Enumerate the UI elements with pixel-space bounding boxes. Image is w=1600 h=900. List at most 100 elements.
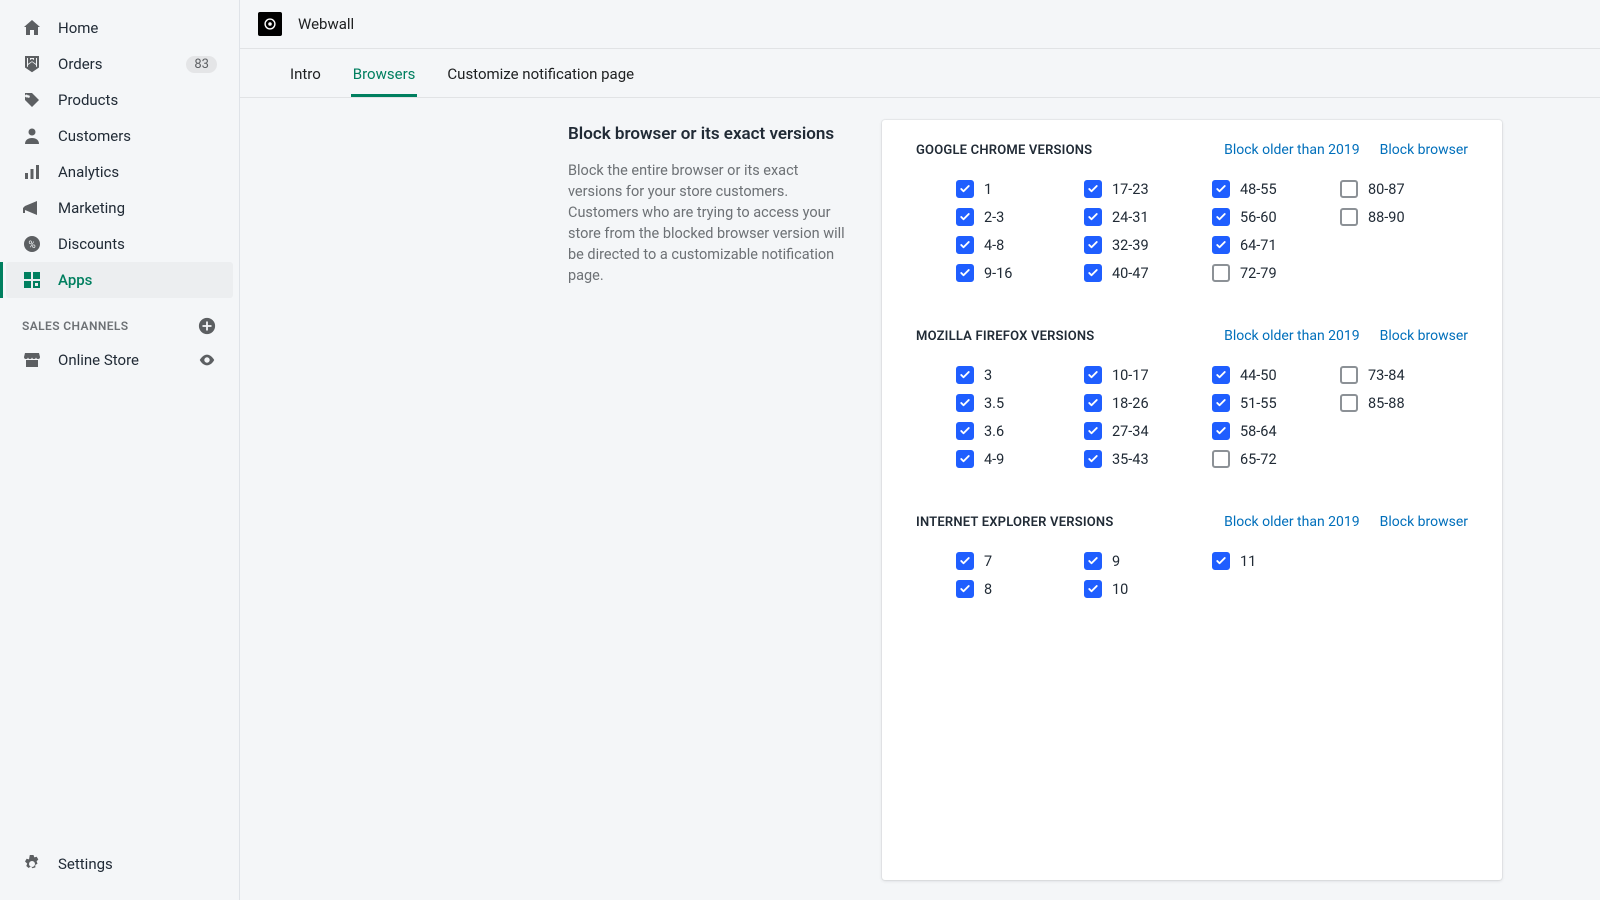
version-checkbox[interactable]: 73-84 [1340, 366, 1468, 384]
products-icon [22, 90, 42, 110]
checkbox-icon [1340, 180, 1358, 198]
checkbox-icon [956, 264, 974, 282]
version-label: 48-55 [1240, 181, 1277, 198]
checkbox-icon [956, 552, 974, 570]
version-checkbox[interactable]: 1 [956, 180, 1084, 198]
block-browser-link[interactable]: Block browser [1380, 142, 1468, 158]
intro-title: Block browser or its exact versions [568, 124, 848, 144]
browser-section: MOZILLA FIREFOX VERSIONSBlock older than… [916, 328, 1468, 468]
add-channel-button[interactable] [197, 316, 217, 336]
browser-section: GOOGLE CHROME VERSIONSBlock older than 2… [916, 142, 1468, 282]
version-checkbox[interactable]: 2-3 [956, 208, 1084, 226]
version-checkbox[interactable]: 3.5 [956, 394, 1084, 412]
view-store-button[interactable] [197, 350, 217, 370]
store-icon [22, 350, 42, 370]
version-checkbox[interactable]: 3.6 [956, 422, 1084, 440]
checkbox-icon [1084, 208, 1102, 226]
version-checkbox[interactable]: 65-72 [1212, 450, 1340, 468]
version-checkbox[interactable]: 4-9 [956, 450, 1084, 468]
tab-browsers[interactable]: Browsers [351, 49, 418, 97]
block-older-link[interactable]: Block older than 2019 [1224, 328, 1360, 344]
version-checkbox[interactable]: 18-26 [1084, 394, 1212, 412]
version-checkbox[interactable]: 27-34 [1084, 422, 1212, 440]
sales-channels-label: SALES CHANNELS [22, 319, 129, 333]
version-checkbox[interactable]: 51-55 [1212, 394, 1340, 412]
block-browser-link[interactable]: Block browser [1380, 328, 1468, 344]
checkbox-icon [1084, 422, 1102, 440]
checkbox-icon [1340, 366, 1358, 384]
version-checkbox[interactable]: 8 [956, 580, 1084, 598]
checkbox-icon [1212, 208, 1230, 226]
settings-icon [22, 854, 42, 874]
sidebar-item-marketing[interactable]: Marketing [6, 190, 233, 226]
version-checkbox[interactable]: 9 [1084, 552, 1212, 570]
sidebar-item-apps[interactable]: Apps [6, 262, 233, 298]
version-grid: 310-1744-5073-84 3.5 18-26 51-55 85-88 3.6 27-… [916, 366, 1468, 468]
version-label: 7 [984, 553, 992, 570]
sidebar-channel-online-store[interactable]: Online Store [6, 342, 233, 378]
sidebar-item-home[interactable]: Home [6, 10, 233, 46]
version-checkbox[interactable]: 35-43 [1084, 450, 1212, 468]
block-browser-link[interactable]: Block browser [1380, 514, 1468, 530]
browser-section-title: INTERNET EXPLORER VERSIONS [916, 515, 1113, 530]
version-label: 11 [1240, 553, 1256, 570]
checkbox-icon [956, 394, 974, 412]
settings-label: Settings [58, 855, 217, 873]
sidebar-item-label: Orders [58, 55, 186, 73]
block-older-link[interactable]: Block older than 2019 [1224, 514, 1360, 530]
sidebar-item-orders[interactable]: Orders83 [6, 46, 233, 82]
sidebar-item-customers[interactable]: Customers [6, 118, 233, 154]
content: Block browser or its exact versions Bloc… [240, 98, 1600, 900]
orders-icon [22, 54, 42, 74]
version-checkbox[interactable]: 32-39 [1084, 236, 1212, 254]
version-label: 40-47 [1112, 265, 1149, 282]
version-checkbox[interactable]: 80-87 [1340, 180, 1468, 198]
version-checkbox[interactable]: 72-79 [1212, 264, 1340, 282]
block-older-link[interactable]: Block older than 2019 [1224, 142, 1360, 158]
sidebar-item-settings[interactable]: Settings [6, 846, 233, 882]
version-checkbox[interactable]: 4-8 [956, 236, 1084, 254]
version-label: 27-34 [1112, 423, 1149, 440]
version-label: 9-16 [984, 265, 1012, 282]
version-checkbox[interactable]: 3 [956, 366, 1084, 384]
sidebar-item-discounts[interactable]: %Discounts [6, 226, 233, 262]
version-checkbox[interactable]: 56-60 [1212, 208, 1340, 226]
tab-customize-notification-page[interactable]: Customize notification page [445, 49, 636, 97]
version-checkbox[interactable]: 7 [956, 552, 1084, 570]
version-checkbox[interactable]: 11 [1212, 552, 1340, 570]
checkbox-icon [1084, 236, 1102, 254]
version-checkbox[interactable]: 24-31 [1084, 208, 1212, 226]
sidebar-item-label: Apps [58, 271, 217, 289]
version-checkbox[interactable]: 10 [1084, 580, 1212, 598]
checkbox-icon [956, 366, 974, 384]
checkbox-icon [956, 236, 974, 254]
version-checkbox[interactable]: 58-64 [1212, 422, 1340, 440]
version-checkbox[interactable]: 48-55 [1212, 180, 1340, 198]
version-label: 18-26 [1112, 395, 1149, 412]
checkbox-icon [956, 422, 974, 440]
marketing-icon [22, 198, 42, 218]
version-checkbox[interactable]: 64-71 [1212, 236, 1340, 254]
sidebar-item-products[interactable]: Products [6, 82, 233, 118]
version-checkbox[interactable]: 85-88 [1340, 394, 1468, 412]
checkbox-icon [1084, 180, 1102, 198]
version-checkbox[interactable]: 9-16 [956, 264, 1084, 282]
version-checkbox[interactable]: 17-23 [1084, 180, 1212, 198]
checkbox-icon [1212, 450, 1230, 468]
version-label: 10 [1112, 581, 1128, 598]
version-label: 9 [1112, 553, 1120, 570]
checkbox-icon [1212, 180, 1230, 198]
tab-intro[interactable]: Intro [288, 49, 323, 97]
version-checkbox[interactable]: 40-47 [1084, 264, 1212, 282]
checkbox-icon [1084, 580, 1102, 598]
svg-text:%: % [28, 240, 35, 251]
checkbox-icon [956, 208, 974, 226]
version-checkbox[interactable]: 10-17 [1084, 366, 1212, 384]
version-label: 88-90 [1368, 209, 1405, 226]
sidebar-item-analytics[interactable]: Analytics [6, 154, 233, 190]
version-checkbox[interactable]: 44-50 [1212, 366, 1340, 384]
checkbox-icon [1212, 236, 1230, 254]
version-checkbox[interactable]: 88-90 [1340, 208, 1468, 226]
sales-channels-heading: SALES CHANNELS [6, 298, 233, 342]
version-label: 85-88 [1368, 395, 1405, 412]
